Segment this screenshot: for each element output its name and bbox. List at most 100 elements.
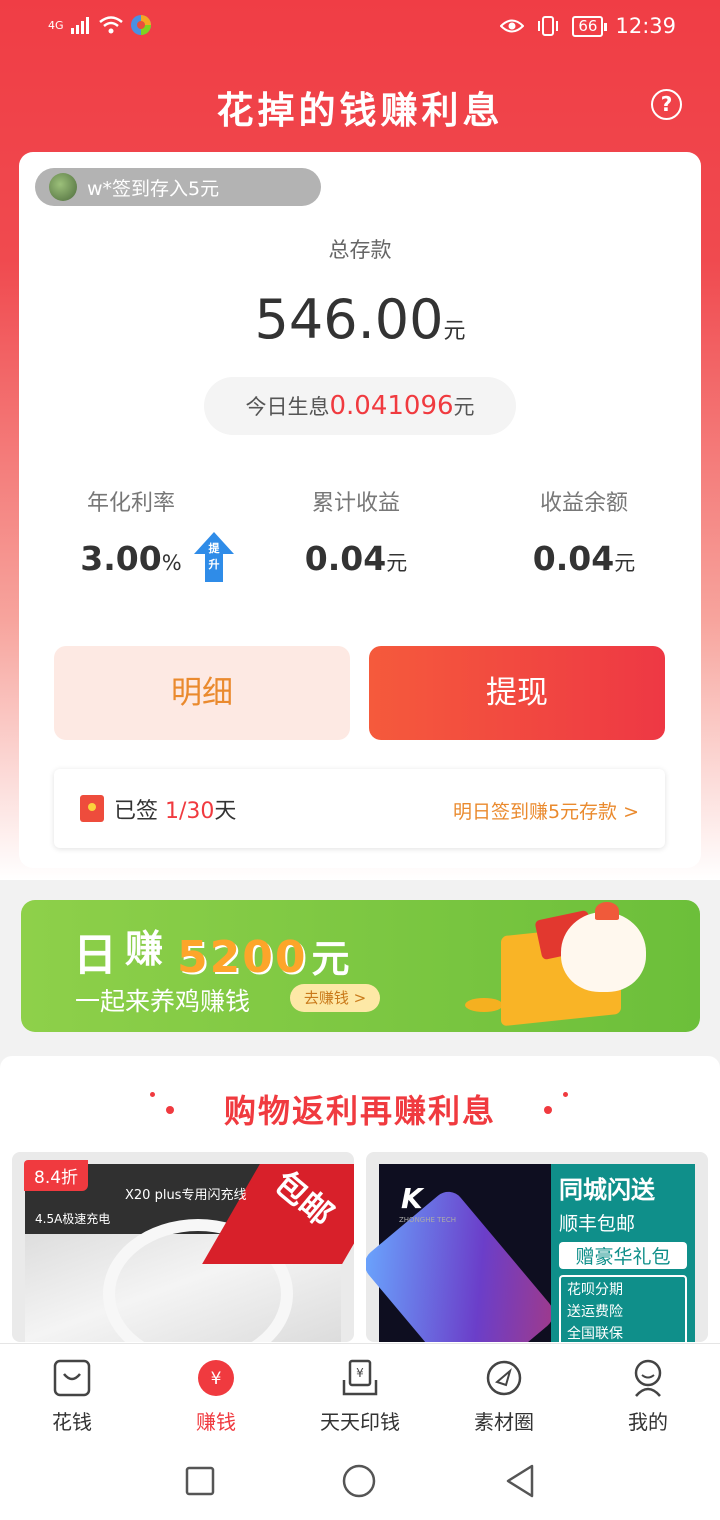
svg-text:提: 提 xyxy=(209,541,221,555)
banner-subtitle: 一起来养鸡赚钱 xyxy=(75,987,251,1016)
signal-icon xyxy=(70,17,89,34)
signin-tomorrow-link[interactable]: 明日签到赚5元存款 > xyxy=(453,797,639,824)
banner-go-button[interactable]: 去赚钱 > xyxy=(290,984,380,1012)
today-interest-unit: 元 xyxy=(453,395,475,419)
signin-prefix: 已签 xyxy=(114,799,165,824)
status-right: 66 12:39 xyxy=(500,14,676,38)
tab-label: 赚钱 xyxy=(196,1410,236,1434)
stat-label: 累计收益 xyxy=(311,491,400,516)
product-card[interactable]: K ZHONGHE TECH 同城闪送 顺丰包邮 赠豪华礼包 花呗分期 送运费险… xyxy=(366,1152,708,1342)
stat-value: 0.04元 xyxy=(519,539,649,578)
stat-number: 0.04 xyxy=(532,539,615,578)
printer-icon: ¥ xyxy=(342,1359,378,1396)
signin-count: 1/30 xyxy=(165,799,215,824)
banner-zhuan: 赚 xyxy=(125,927,164,971)
stat-total-earnings: 累计收益 0.04元 xyxy=(291,485,421,578)
promo-feature: 送运费险 xyxy=(567,1304,623,1320)
section-title: 购物返利再赚利息 xyxy=(223,1092,496,1130)
total-deposit-label: 总存款 xyxy=(328,238,392,262)
stat-annual-rate: 年化利率 3.00% xyxy=(67,485,195,578)
compass-icon xyxy=(486,1360,522,1396)
chicken-illustration xyxy=(561,902,646,992)
stat-label: 收益余额 xyxy=(539,491,628,516)
tab-spend[interactable]: 花钱 xyxy=(0,1344,144,1441)
stat-label: 年化利率 xyxy=(86,491,175,516)
avatar xyxy=(49,173,77,201)
tab-profile[interactable]: 我的 xyxy=(576,1344,720,1441)
product-image: K ZHONGHE TECH 同城闪送 顺丰包邮 赠豪华礼包 花呗分期 送运费险… xyxy=(366,1164,695,1342)
brand-logo-sub: ZHONGHE TECH xyxy=(399,1216,456,1224)
wifi-icon xyxy=(98,16,123,34)
phone-illustration xyxy=(366,1185,560,1342)
product-card[interactable]: 包邮 X20 plus专用闪充线 4.5A极速充电 8.4折 xyxy=(12,1152,354,1342)
tab-daily-print[interactable]: ¥ 天天印钱 xyxy=(288,1344,432,1441)
svg-text:升: 升 xyxy=(209,557,220,571)
promo-line: 赠豪华礼包 xyxy=(559,1242,687,1269)
banner-amount: 5200 xyxy=(177,932,308,983)
promo-panel: 同城闪送 顺丰包邮 赠豪华礼包 花呗分期 送运费险 全国联保 xyxy=(551,1164,695,1342)
status-left: 4G xyxy=(48,14,152,36)
yen-coin-icon: ¥ xyxy=(198,1360,234,1396)
page-title: 花掉的钱赚利息 xyxy=(216,89,504,132)
decor-dot xyxy=(563,1092,568,1097)
banner-headline: 日 赚 5200 元 xyxy=(73,918,350,983)
promo-features: 花呗分期 送运费险 全国联保 xyxy=(559,1275,687,1342)
shopping-rebate-section: 购物返利再赚利息 包邮 X20 plus专用闪充线 4.5A极速充电 8.4折 … xyxy=(0,1056,720,1346)
system-navigation-bar xyxy=(0,1440,720,1520)
rate-boost-icon[interactable]: 提 升 xyxy=(191,530,237,584)
withdraw-button[interactable]: 提现 xyxy=(369,646,665,740)
promo-line: 顺丰包邮 xyxy=(559,1213,636,1235)
tab-label: 天天印钱 xyxy=(320,1410,400,1434)
tab-earn[interactable]: ¥ 赚钱 xyxy=(144,1344,288,1441)
stat-number: 0.04 xyxy=(304,539,387,578)
signin-ticker: w*签到存入5元 xyxy=(35,168,321,206)
back-icon[interactable] xyxy=(505,1464,535,1498)
tab-label: 素材圈 xyxy=(474,1410,534,1434)
home-icon[interactable] xyxy=(342,1464,376,1498)
app-notification-icon xyxy=(130,15,151,35)
total-deposit-unit: 元 xyxy=(443,319,466,344)
promo-line: 同城闪送 xyxy=(559,1176,655,1204)
user-icon xyxy=(634,1359,662,1397)
chicken-game-banner[interactable]: 日 赚 5200 元 一起来养鸡赚钱 去赚钱 > xyxy=(21,900,700,1032)
vibrate-icon xyxy=(538,16,559,36)
svg-text:¥: ¥ xyxy=(211,1369,222,1389)
stat-unit: % xyxy=(161,551,182,575)
stat-unit: 元 xyxy=(614,551,636,575)
stat-value: 3.00% xyxy=(67,539,195,578)
bag-icon xyxy=(53,1359,91,1397)
signin-progress-row[interactable]: 已签 1/30天 明日签到赚5元存款 > xyxy=(54,769,665,848)
brand-logo: K xyxy=(401,1182,423,1215)
product-caption: X20 plus专用闪充线 xyxy=(125,1188,247,1203)
coin-icon xyxy=(465,998,503,1012)
tab-label: 我的 xyxy=(628,1410,668,1434)
red-envelope-icon xyxy=(80,795,104,822)
battery-indicator: 66 xyxy=(572,15,608,37)
product-sub-caption: 4.5A极速充电 xyxy=(35,1212,111,1226)
tab-materials[interactable]: 素材圈 xyxy=(432,1344,576,1441)
status-bar: 4G 66 12:39 xyxy=(0,0,720,56)
recent-apps-icon[interactable] xyxy=(185,1466,215,1496)
svg-text:¥: ¥ xyxy=(356,1366,364,1380)
eye-icon xyxy=(500,19,525,33)
help-icon[interactable]: ? xyxy=(651,89,682,120)
signin-status: 已签 1/30天 xyxy=(114,793,236,825)
signin-suffix: 天 xyxy=(214,799,237,824)
today-interest-label: 今日生息 xyxy=(245,395,330,419)
clock: 12:39 xyxy=(615,14,676,38)
detail-button[interactable]: 明细 xyxy=(54,646,350,740)
bottom-tab-bar: 花钱 ¥ 赚钱 ¥ 天天印钱 素材圈 我的 xyxy=(0,1343,720,1440)
decor-dot xyxy=(544,1106,552,1114)
stat-value: 0.04元 xyxy=(291,539,421,578)
promo-feature: 花呗分期 xyxy=(567,1282,623,1298)
total-deposit-amount: 546.00元 xyxy=(19,288,701,351)
discount-badge: 8.4折 xyxy=(24,1160,89,1191)
stat-number: 3.00 xyxy=(80,539,162,578)
stat-earnings-balance: 收益余额 0.04元 xyxy=(519,485,649,578)
promo-feature: 全国联保 xyxy=(567,1326,623,1342)
tab-label: 花钱 xyxy=(52,1410,92,1434)
stat-unit: 元 xyxy=(386,551,408,575)
today-interest-value: 0.041096 xyxy=(329,391,454,421)
banner-yuan: 元 xyxy=(311,937,350,981)
banner-ri: 日 xyxy=(73,930,117,981)
